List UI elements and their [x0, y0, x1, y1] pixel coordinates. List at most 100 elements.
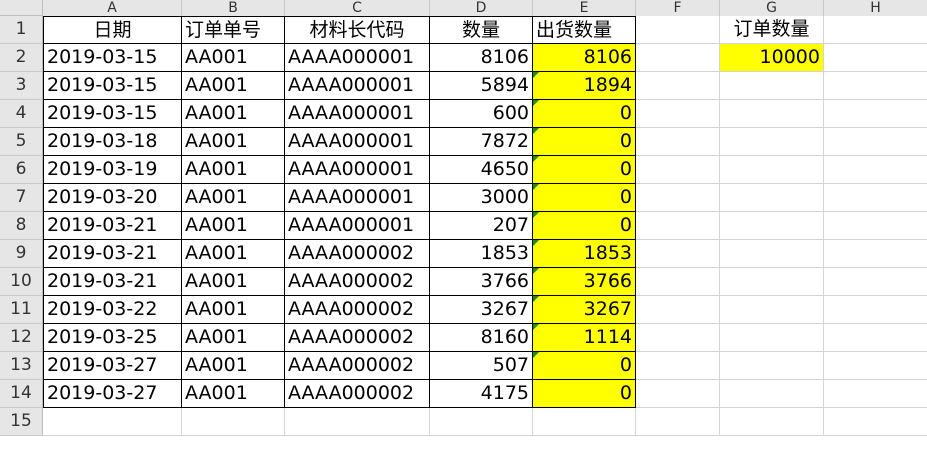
cell-h4[interactable]	[824, 100, 927, 128]
cell-g3[interactable]	[720, 72, 824, 100]
row-header[interactable]: 9	[0, 240, 43, 268]
cell-b15[interactable]	[182, 408, 285, 436]
order-cell[interactable]: AA001	[182, 352, 285, 380]
cell-a15[interactable]	[43, 408, 182, 436]
cell-g10[interactable]	[720, 268, 824, 296]
cell-g13[interactable]	[720, 352, 824, 380]
ship-qty-cell[interactable]: 0	[533, 352, 636, 380]
qty-cell[interactable]: 207	[430, 212, 533, 240]
order-cell[interactable]: AA001	[182, 212, 285, 240]
date-cell[interactable]: 2019-03-21	[43, 240, 182, 268]
ship-qty-cell[interactable]: 1894	[533, 72, 636, 100]
cell-f15[interactable]	[636, 408, 720, 436]
ship-qty-cell[interactable]: 3766	[533, 268, 636, 296]
date-cell[interactable]: 2019-03-15	[43, 72, 182, 100]
qty-cell[interactable]: 8160	[430, 324, 533, 352]
code-cell[interactable]: AAAA000001	[285, 100, 430, 128]
date-cell[interactable]: 2019-03-15	[43, 100, 182, 128]
cell-h10[interactable]	[824, 268, 927, 296]
code-cell[interactable]: AAAA000002	[285, 268, 430, 296]
row-header[interactable]: 12	[0, 324, 43, 352]
code-cell[interactable]: AAAA000001	[285, 156, 430, 184]
code-cell[interactable]: AAAA000002	[285, 324, 430, 352]
cell-f2[interactable]	[636, 44, 720, 72]
qty-cell[interactable]: 4175	[430, 380, 533, 408]
row-header[interactable]: 15	[0, 408, 43, 436]
cell-h14[interactable]	[824, 380, 927, 408]
cell-g5[interactable]	[720, 128, 824, 156]
row-header[interactable]: 4	[0, 100, 43, 128]
ship-qty-cell[interactable]: 8106	[533, 44, 636, 72]
qty-cell[interactable]: 4650	[430, 156, 533, 184]
cell-h5[interactable]	[824, 128, 927, 156]
cell-f1[interactable]	[636, 16, 720, 44]
date-cell[interactable]: 2019-03-19	[43, 156, 182, 184]
order-cell[interactable]: AA001	[182, 184, 285, 212]
cell-h9[interactable]	[824, 240, 927, 268]
header-order-no-cell[interactable]: 订单单号	[182, 16, 285, 44]
code-cell[interactable]: AAAA000001	[285, 44, 430, 72]
order-cell[interactable]: AA001	[182, 100, 285, 128]
ship-qty-cell[interactable]: 0	[533, 156, 636, 184]
row-header[interactable]: 3	[0, 72, 43, 100]
cell-g6[interactable]	[720, 156, 824, 184]
cell-f8[interactable]	[636, 212, 720, 240]
row-header[interactable]: 10	[0, 268, 43, 296]
header-ship-qty-cell[interactable]: 出货数量	[533, 16, 636, 44]
cell-d15[interactable]	[430, 408, 533, 436]
header-date-cell[interactable]: 日期	[43, 16, 182, 44]
ship-qty-cell[interactable]: 0	[533, 212, 636, 240]
code-cell[interactable]: AAAA000001	[285, 128, 430, 156]
ship-qty-cell[interactable]: 0	[533, 128, 636, 156]
order-cell[interactable]: AA001	[182, 156, 285, 184]
date-cell[interactable]: 2019-03-27	[43, 352, 182, 380]
cell-f9[interactable]	[636, 240, 720, 268]
code-cell[interactable]: AAAA000002	[285, 380, 430, 408]
order-qty-label-cell[interactable]: 订单数量	[720, 16, 824, 44]
cell-f4[interactable]	[636, 100, 720, 128]
cell-f3[interactable]	[636, 72, 720, 100]
date-cell[interactable]: 2019-03-18	[43, 128, 182, 156]
cell-h12[interactable]	[824, 324, 927, 352]
ship-qty-cell[interactable]: 0	[533, 100, 636, 128]
cell-g8[interactable]	[720, 212, 824, 240]
order-cell[interactable]: AA001	[182, 240, 285, 268]
code-cell[interactable]: AAAA000002	[285, 240, 430, 268]
cell-f13[interactable]	[636, 352, 720, 380]
row-header[interactable]: 8	[0, 212, 43, 240]
code-cell[interactable]: AAAA000002	[285, 352, 430, 380]
order-cell[interactable]: AA001	[182, 380, 285, 408]
cell-f10[interactable]	[636, 268, 720, 296]
date-cell[interactable]: 2019-03-15	[43, 44, 182, 72]
order-cell[interactable]: AA001	[182, 324, 285, 352]
cell-g7[interactable]	[720, 184, 824, 212]
row-header[interactable]: 2	[0, 44, 43, 72]
ship-qty-cell[interactable]: 1853	[533, 240, 636, 268]
qty-cell[interactable]: 8106	[430, 44, 533, 72]
header-material-code-cell[interactable]: 材料长代码	[285, 16, 430, 44]
date-cell[interactable]: 2019-03-20	[43, 184, 182, 212]
order-cell[interactable]: AA001	[182, 128, 285, 156]
cell-h3[interactable]	[824, 72, 927, 100]
date-cell[interactable]: 2019-03-22	[43, 296, 182, 324]
cell-h11[interactable]	[824, 296, 927, 324]
cell-g14[interactable]	[720, 380, 824, 408]
ship-qty-cell[interactable]: 3267	[533, 296, 636, 324]
cell-g4[interactable]	[720, 100, 824, 128]
qty-cell[interactable]: 600	[430, 100, 533, 128]
qty-cell[interactable]: 7872	[430, 128, 533, 156]
cell-f12[interactable]	[636, 324, 720, 352]
row-header[interactable]: 1	[0, 16, 43, 44]
date-cell[interactable]: 2019-03-27	[43, 380, 182, 408]
date-cell[interactable]: 2019-03-21	[43, 212, 182, 240]
column-header-f[interactable]: F	[636, 0, 720, 17]
cell-c15[interactable]	[285, 408, 430, 436]
cell-h2[interactable]	[824, 44, 927, 72]
cell-h1[interactable]	[824, 16, 927, 44]
cell-h6[interactable]	[824, 156, 927, 184]
row-header[interactable]: 13	[0, 352, 43, 380]
cell-f5[interactable]	[636, 128, 720, 156]
cell-e15[interactable]	[533, 408, 636, 436]
qty-cell[interactable]: 507	[430, 352, 533, 380]
code-cell[interactable]: AAAA000001	[285, 212, 430, 240]
